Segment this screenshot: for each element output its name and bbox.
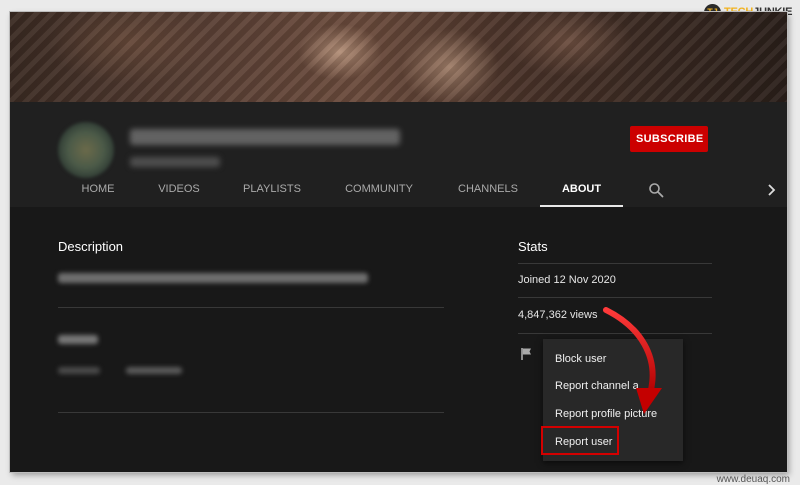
report-user-highlight-box: [541, 426, 619, 455]
view-count: 4,847,362 views: [518, 309, 598, 321]
joined-date: Joined 12 Nov 2020: [518, 274, 616, 286]
divider: [58, 412, 444, 413]
channel-banner: [10, 12, 787, 102]
chevron-right-icon[interactable]: [765, 182, 779, 198]
watermark: www.deuaq.com: [716, 474, 790, 485]
tab-videos[interactable]: VIDEOS: [148, 174, 210, 207]
subscribe-button[interactable]: SUBSCRIBE: [630, 126, 708, 152]
channel-tabs: HOME VIDEOS PLAYLISTS COMMUNITY CHANNELS…: [10, 174, 787, 207]
youtube-window: SUBSCRIBE HOME VIDEOS PLAYLISTS COMMUNIT…: [10, 12, 787, 472]
search-icon[interactable]: [648, 182, 664, 198]
tab-home[interactable]: HOME: [68, 174, 128, 207]
about-content: Description Stats Joined 12 Nov 2020 4,8…: [10, 207, 787, 472]
description-heading: Description: [58, 239, 124, 254]
red-arrow-annotation: [603, 307, 662, 414]
location-value-blurred: [126, 367, 182, 374]
location-label-blurred: [58, 367, 100, 374]
tab-about[interactable]: ABOUT: [540, 174, 623, 207]
description-text-blurred: [58, 273, 368, 283]
channel-subscribers-blurred: [130, 157, 220, 167]
tab-channels[interactable]: CHANNELS: [448, 174, 528, 207]
tab-community[interactable]: COMMUNITY: [336, 174, 422, 207]
stats-heading: Stats: [518, 239, 548, 254]
menu-item-block-user[interactable]: Block user: [555, 353, 606, 365]
tab-playlists[interactable]: PLAYLISTS: [234, 174, 310, 207]
divider: [518, 263, 712, 264]
details-heading-blurred: [58, 335, 98, 344]
channel-avatar[interactable]: [58, 122, 114, 178]
channel-header: SUBSCRIBE HOME VIDEOS PLAYLISTS COMMUNIT…: [10, 102, 787, 207]
divider: [58, 307, 444, 308]
flag-icon[interactable]: [520, 347, 534, 361]
divider: [518, 297, 712, 298]
channel-name-blurred: [130, 129, 400, 145]
